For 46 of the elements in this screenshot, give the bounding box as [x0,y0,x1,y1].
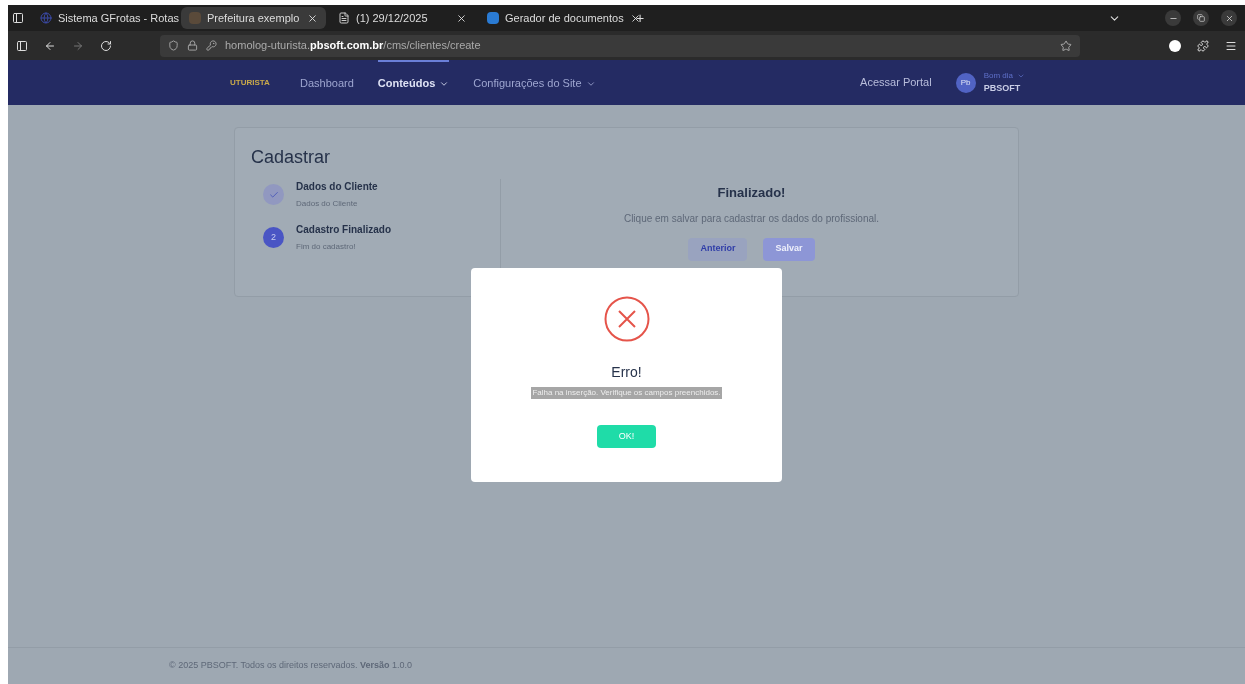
nav-label[interactable]: Configurações do Site [473,75,582,92]
footer-text: © 2025 PBSOFT. Todos os direitos reservados. Versão 1.0.0 [169,659,413,673]
panel-text: Clique em salvar para cadastrar os dados do profissional. [623,211,880,226]
browser-tab[interactable]: (1) 29/12/2025 [330,7,475,29]
nav-tab[interactable]: Configurações do Site [473,60,596,105]
app-icon [487,12,499,24]
browser-tab[interactable]: Prefeitura exemplo [181,7,326,29]
user-avatar[interactable]: Pb [955,72,976,93]
extensions-icon[interactable] [1197,39,1209,52]
globe-icon [40,12,52,24]
check-icon [268,189,279,200]
site-icon [189,12,201,24]
user-name: PBSOFT [983,81,1022,95]
key-icon [206,40,217,51]
back-icon[interactable] [44,39,56,52]
bookmark-icon[interactable] [1060,39,1072,52]
restore-icon[interactable] [1197,14,1205,22]
profile-icon[interactable] [1169,39,1181,52]
dialog-title: Erro! [611,363,642,382]
greeting-text: Bom dia [983,69,1013,82]
close-icon[interactable] [1224,13,1234,23]
menu-icon[interactable] [1225,39,1237,52]
close-icon[interactable] [456,12,467,24]
close-icon[interactable] [307,12,318,24]
browser-tab[interactable]: Gerador de documentos [479,7,624,29]
page-title: Cadastrar [251,146,332,169]
step-title: Dados do Cliente [296,180,378,194]
nav-tab[interactable]: Conteúdos [377,60,450,105]
reload-icon[interactable] [100,39,112,52]
step-indicator: 2 [263,227,284,248]
browser-tab[interactable]: Sistema GFrotas - Rotas [32,7,177,29]
new-tab-button[interactable]: + [628,7,653,29]
sidebar-icon[interactable] [16,39,28,52]
nav-label[interactable]: Dashboard [300,75,354,92]
address-bar[interactable]: homolog-uturista.pbsoft.com.br/cms/clientes/create [160,34,1080,57]
document-icon [338,12,350,24]
shield-icon [168,40,179,51]
lock-icon [187,40,198,51]
panel-title: Finalizado! [717,184,786,202]
portal-link[interactable]: Acessar Portal [860,74,932,91]
nav-label[interactable]: Conteúdos [377,75,436,92]
error-icon [603,296,650,342]
back-button[interactable]: Anterior [688,237,748,261]
logo[interactable]: UTURISTA [230,76,300,89]
nav-tab[interactable]: Dashboard [300,60,354,105]
step-title: Cadastro Finalizado [296,223,391,237]
